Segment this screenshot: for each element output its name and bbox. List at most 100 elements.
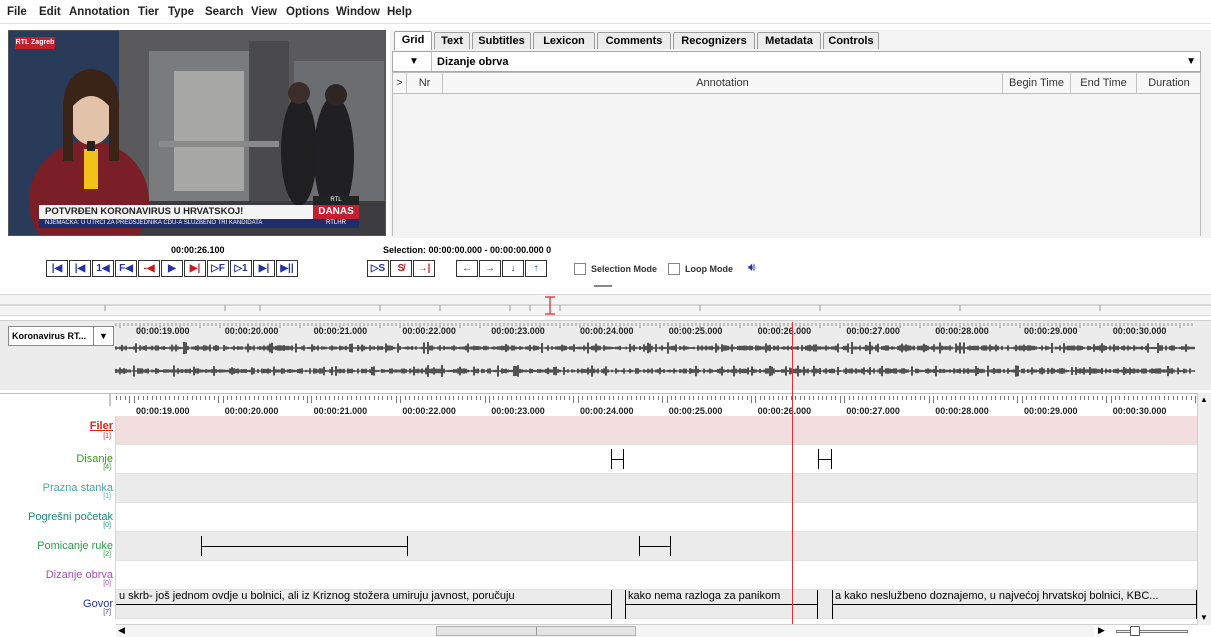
step-forward-button[interactable]: ▶| — [184, 260, 206, 277]
menu-search[interactable]: Search — [205, 6, 243, 18]
menu-help[interactable]: Help — [387, 6, 412, 18]
triangle-down-icon[interactable]: ▼ — [409, 56, 419, 67]
tab-subtitles[interactable]: Subtitles — [472, 32, 531, 49]
ruler-tick — [759, 396, 761, 400]
forward-frame-button[interactable]: ▷F — [207, 260, 229, 277]
tab-grid[interactable]: Grid — [394, 31, 432, 50]
annotation-segment[interactable] — [201, 536, 408, 556]
forward-one-second-button[interactable]: ▷1 — [230, 260, 252, 277]
ruler-tick — [1030, 396, 1032, 400]
ruler-tick — [964, 396, 965, 400]
ruler-tick — [1026, 396, 1028, 400]
menu-annotation[interactable]: Annotation — [69, 6, 130, 18]
ruler-handle[interactable] — [109, 394, 111, 406]
column-end-time[interactable]: End Time — [1071, 73, 1137, 93]
tab-comments[interactable]: Comments — [597, 32, 671, 49]
tab-controls[interactable]: Controls — [823, 32, 879, 49]
overview-ruler[interactable] — [0, 294, 1211, 316]
arrow-right-button[interactable]: → — [479, 260, 501, 277]
next-frame-button[interactable]: ▶| — [253, 260, 275, 277]
column-duration[interactable]: Duration — [1137, 73, 1201, 93]
selection-to-end-button[interactable]: →| — [413, 260, 435, 277]
play-button[interactable]: ▶ — [161, 260, 183, 277]
scroll-left-icon[interactable]: ◀ — [118, 625, 125, 636]
tier-row[interactable]: Filer [1] — [0, 416, 1197, 445]
menu-edit[interactable]: Edit — [39, 6, 61, 18]
annotation-segment[interactable] — [639, 536, 671, 556]
go-to-begin-button[interactable]: |◀ — [46, 260, 68, 277]
zoom-slider-thumb[interactable] — [1130, 626, 1140, 636]
ruler-tick — [933, 396, 934, 403]
zoom-slider-track[interactable] — [1116, 630, 1188, 633]
playhead-crosshair[interactable] — [792, 322, 793, 624]
arrow-left-button[interactable]: ← — [456, 260, 478, 277]
chevron-down-icon[interactable]: ▼ — [1186, 56, 1196, 67]
tier-row[interactable]: Dizanje obrva [0] — [0, 561, 1197, 590]
govor-segment[interactable]: kako nema razloga za panikom — [625, 590, 818, 619]
tier-name[interactable]: Pomicanje ruke — [37, 540, 113, 552]
vertical-scrollbar[interactable]: ▲ ▼ — [1197, 393, 1211, 625]
ruler-tick — [724, 396, 726, 400]
chevron-down-icon[interactable]: ▼ — [93, 327, 113, 345]
ruler-tick — [1128, 396, 1130, 400]
ruler-tick — [972, 396, 974, 400]
column-annotation[interactable]: Annotation — [443, 73, 1003, 93]
arrow-down-button[interactable]: ↓ — [502, 260, 524, 277]
arrow-up-button[interactable]: ↑ — [525, 260, 547, 277]
column-nr[interactable]: Nr — [407, 73, 443, 93]
back-one-second-button[interactable]: 1◀ — [92, 260, 114, 277]
tab-metadata[interactable]: Metadata — [757, 32, 821, 49]
selection-mode-checkbox[interactable] — [574, 263, 586, 275]
tier-row[interactable]: Prazna stanka [1] — [0, 474, 1197, 503]
menu-file[interactable]: File — [7, 6, 27, 18]
govor-segment-text: kako nema razloga za panikom — [628, 590, 781, 602]
menu-type[interactable]: Type — [168, 6, 194, 18]
step-back-button[interactable]: -◀ — [138, 260, 160, 277]
tier-name[interactable]: Pogrešni početak — [28, 511, 113, 523]
tier-selector[interactable]: ▼ Dizanje obrva ▼ — [392, 51, 1201, 72]
govor-segment[interactable]: u skrb- još jednom ovdje u bolnici, ali … — [116, 590, 612, 619]
tab-recognizers[interactable]: Recognizers — [673, 32, 755, 49]
ruler-tick — [533, 396, 535, 400]
ruler-tick — [666, 396, 668, 403]
tier-tick-label: 00:00:27.000 — [846, 406, 900, 416]
tab-text[interactable]: Text — [434, 32, 470, 49]
annotation-segment[interactable] — [818, 449, 832, 469]
go-to-end-button[interactable]: ▶|| — [276, 260, 298, 277]
scroll-up-icon[interactable]: ▲ — [1200, 395, 1208, 404]
menu-view[interactable]: View — [251, 6, 277, 18]
tier-row[interactable]: Pogrešni početak [0] — [0, 503, 1197, 532]
segment-end — [670, 536, 671, 556]
govor-segment-text: u skrb- još jednom ovdje u bolnici, ali … — [119, 590, 515, 602]
back-frame-button[interactable]: F◀ — [115, 260, 137, 277]
channel-logo: RTL Zagreb — [15, 37, 55, 49]
menu-tier[interactable]: Tier — [138, 6, 159, 18]
video-viewer[interactable]: RTL Zagreb POTVRĐEN KORONAVIRUS U HRVATS… — [8, 30, 386, 236]
play-selection-button[interactable]: ▷S — [367, 260, 389, 277]
menu-options[interactable]: Options — [286, 6, 329, 18]
tier-name[interactable]: Filer — [90, 420, 113, 432]
ruler-tick — [1008, 396, 1010, 400]
overview-ticks — [0, 296, 1211, 315]
volume-icon[interactable]: 🔊︎ — [748, 260, 756, 275]
ruler-tick — [1146, 396, 1148, 400]
annotation-segment[interactable] — [611, 449, 624, 469]
clear-selection-button[interactable]: S̸ — [390, 260, 412, 277]
ruler-tick — [644, 396, 646, 400]
scroll-down-icon[interactable]: ▼ — [1200, 613, 1208, 622]
menu-window[interactable]: Window — [336, 6, 380, 18]
column-begin-time[interactable]: Begin Time — [1003, 73, 1071, 93]
tier-row[interactable]: Disanje [4] — [0, 445, 1197, 474]
scroll-right-icon[interactable]: ▶ — [1098, 625, 1105, 636]
govor-segment[interactable]: a kako neslužbeno doznajemo, u najvećoj … — [832, 590, 1197, 619]
horizontal-scrollbar[interactable]: ◀ — [116, 624, 1197, 637]
previous-frame-button[interactable]: |◀ — [69, 260, 91, 277]
column-marker[interactable]: > — [393, 73, 407, 93]
tier-row[interactable]: Pomicanje ruke [2] — [0, 532, 1197, 561]
loop-mode-checkbox[interactable] — [668, 263, 680, 275]
tab-lexicon[interactable]: Lexicon — [533, 32, 595, 49]
split-handle-icon[interactable] — [594, 285, 612, 287]
timeline-tiers[interactable]: 00:00:19.000 00:00:20.000 00:00:21.000 00:0… — [0, 393, 1211, 637]
ruler-tick — [506, 396, 508, 400]
media-selector[interactable]: Koronavirus RT... ▼ — [8, 326, 114, 346]
